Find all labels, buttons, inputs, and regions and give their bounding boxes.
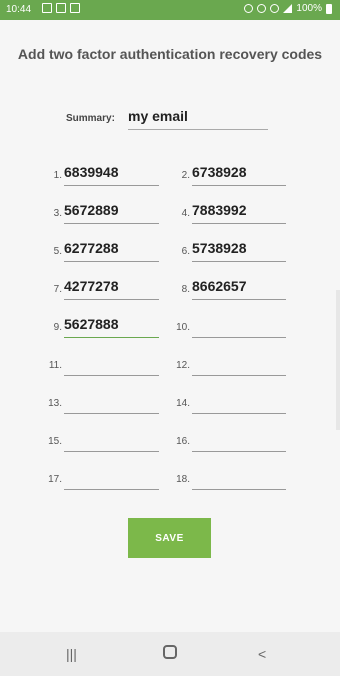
code-label-5: 5.	[53, 246, 62, 257]
wifi-icon	[270, 4, 280, 13]
code-input-17[interactable]	[64, 468, 159, 490]
code-label-12: 12.	[176, 360, 190, 371]
code-label-13: 13.	[48, 398, 62, 409]
code-label-16: 16.	[176, 436, 190, 447]
status-bar: 10:44 100%	[0, 0, 340, 20]
code-label-18: 18.	[176, 474, 190, 485]
code-input-12[interactable]	[192, 354, 286, 376]
code-label-8: 8.	[181, 284, 190, 295]
summary-input[interactable]: my email	[128, 108, 268, 130]
code-input-5[interactable]: 6277288	[64, 240, 159, 262]
page-title: Add two factor authentication recovery c…	[17, 46, 323, 62]
code-label-3: 3.	[53, 208, 62, 219]
code-input-9[interactable]: 5627888	[64, 316, 159, 338]
summary-label: Summary:	[66, 113, 115, 124]
code-input-16[interactable]	[192, 430, 286, 452]
save-button[interactable]: SAVE	[128, 518, 211, 558]
vibrate-icon	[257, 4, 267, 13]
battery-percentage: 100%	[296, 3, 322, 14]
code-input-13[interactable]	[64, 392, 159, 414]
gallery-icon	[42, 3, 52, 13]
notification-icon	[70, 3, 80, 13]
home-icon[interactable]	[162, 644, 178, 663]
code-label-9: 9.	[53, 322, 62, 333]
code-label-2: 2.	[181, 170, 190, 181]
alarm-icon	[244, 4, 254, 13]
battery-icon	[326, 3, 332, 14]
scrollbar[interactable]	[336, 290, 340, 430]
back-icon[interactable]: <	[258, 646, 266, 662]
message-icon	[56, 3, 66, 13]
code-label-17: 17.	[48, 474, 62, 485]
code-label-1: 1.	[53, 170, 62, 181]
code-input-3[interactable]: 5672889	[64, 202, 159, 224]
code-label-11: 11.	[48, 360, 62, 371]
status-time: 10:44	[6, 4, 32, 15]
code-input-18[interactable]	[192, 468, 286, 490]
code-label-15: 15.	[48, 436, 62, 447]
code-input-14[interactable]	[192, 392, 286, 414]
code-input-1[interactable]: 6839948	[64, 164, 159, 186]
code-input-8[interactable]: 8662657	[192, 278, 286, 300]
navigation-bar: ||| <	[0, 632, 340, 676]
code-label-6: 6.	[181, 246, 190, 257]
code-label-14: 14.	[176, 398, 190, 409]
code-input-6[interactable]: 5738928	[192, 240, 286, 262]
code-input-15[interactable]	[64, 430, 159, 452]
code-input-10[interactable]	[192, 316, 286, 338]
code-input-4[interactable]: 7883992	[192, 202, 286, 224]
code-input-2[interactable]: 6738928	[192, 164, 286, 186]
recents-icon[interactable]: |||	[66, 646, 77, 662]
code-label-4: 4.	[181, 208, 190, 219]
code-input-7[interactable]: 4277278	[64, 278, 159, 300]
code-label-7: 7.	[53, 284, 62, 295]
signal-icon	[283, 4, 293, 13]
code-label-10: 10.	[176, 322, 190, 333]
code-input-11[interactable]	[64, 354, 159, 376]
